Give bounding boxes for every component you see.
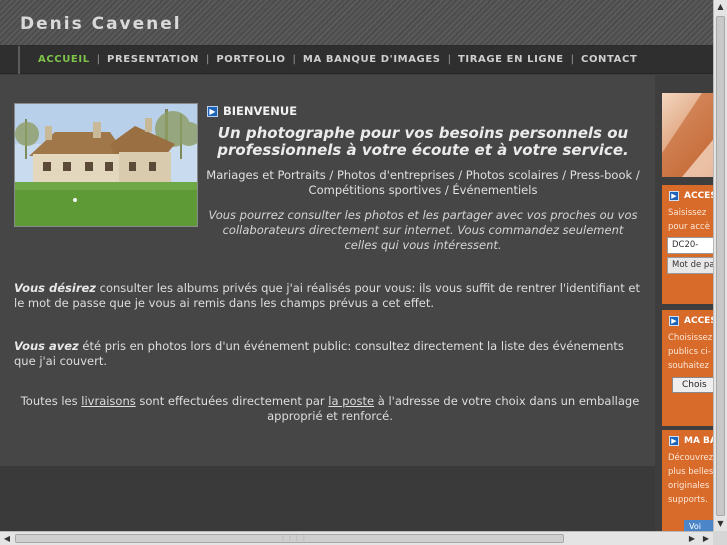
arrow-right-icon: ▶ [669, 436, 679, 446]
nav-separator: | [205, 54, 210, 65]
scroll-right-icon[interactable]: ▶ [699, 532, 713, 545]
delivery-text: sont effectuées directement par [135, 394, 329, 408]
welcome-title: BIENVENUE [223, 104, 298, 118]
nav-items: ACCUEIL | PRESENTATION | PORTFOLIO | MA … [38, 54, 637, 65]
house-photo [14, 103, 198, 227]
scroll-down-icon[interactable]: ▼ [714, 517, 727, 531]
nav-item-contact[interactable]: CONTACT [581, 54, 637, 65]
para-text: été pris en photos lors d'un événement p… [14, 339, 624, 368]
box-title: MA BA [684, 436, 717, 446]
welcome-heading: ▶ BIENVENUE [207, 104, 297, 118]
arrow-right-icon: ▶ [207, 105, 218, 117]
delivery-text: Toutes les [20, 394, 82, 408]
arrow-right-icon: ▶ [669, 316, 679, 326]
delivery-paragraph: Toutes les livraisons sont effectuées di… [14, 394, 646, 424]
nav-separator: | [447, 54, 451, 65]
nav-item-accueil[interactable]: ACCUEIL [38, 54, 90, 65]
nav-item-portfolio[interactable]: PORTFOLIO [216, 54, 285, 65]
para-strong: Vous désirez [14, 281, 96, 295]
tagline: Un photographe pour vos besoins personne… [217, 124, 629, 159]
services-list: Mariages et Portraits / Photos d'entrepr… [206, 168, 640, 197]
box-title: ACCES [684, 191, 717, 201]
scroll-right-icon[interactable]: ▶ [685, 532, 699, 545]
private-albums-paragraph: Vous désirez consulter les albums privés… [14, 281, 646, 311]
main-nav: ACCUEIL | PRESENTATION | PORTFOLIO | MA … [0, 46, 727, 74]
box-title: ACCES [684, 316, 717, 326]
nav-accent-bar [18, 46, 20, 74]
la-poste-link[interactable]: la poste [328, 394, 374, 408]
vertical-scrollbar[interactable]: ▲ ▼ [713, 0, 727, 531]
public-events-paragraph: Vous avez été pris en photos lors d'un é… [14, 339, 646, 369]
consult-text: Vous pourrez consulter les photos et les… [208, 208, 638, 252]
vertical-scroll-thumb[interactable] [716, 16, 725, 516]
nav-separator: | [96, 54, 101, 65]
scroll-up-icon[interactable]: ▲ [714, 0, 727, 14]
footer-area [0, 466, 655, 531]
horizontal-scroll-thumb[interactable]: ⋮⋮⋮⋮ [15, 534, 564, 543]
nav-item-tirage-en-ligne[interactable]: TIRAGE EN LIGNE [458, 54, 564, 65]
horizontal-scrollbar[interactable]: ◀ ⋮⋮⋮⋮ ▶ ▶ [0, 531, 727, 545]
arrow-right-icon: ▶ [669, 191, 679, 201]
para-strong: Vous avez [14, 339, 79, 353]
livraisons-link[interactable]: livraisons [81, 394, 135, 408]
nav-item-presentation[interactable]: PRESENTATION [107, 54, 199, 65]
nav-item-banque-images[interactable]: MA BANQUE D'IMAGES [303, 54, 441, 65]
scrollbar-corner [713, 531, 727, 545]
scroll-left-icon[interactable]: ◀ [0, 532, 14, 545]
site-header: Denis Cavenel [0, 0, 727, 46]
grip-icon: ⋮⋮⋮⋮ [280, 535, 308, 542]
nav-separator: | [570, 54, 575, 65]
page: Denis Cavenel ACCUEIL | PRESENTATION | P… [0, 0, 727, 545]
nav-separator: | [292, 54, 296, 65]
para-text: consulter les albums privés que j'ai réa… [14, 281, 640, 310]
site-title[interactable]: Denis Cavenel [20, 14, 182, 34]
